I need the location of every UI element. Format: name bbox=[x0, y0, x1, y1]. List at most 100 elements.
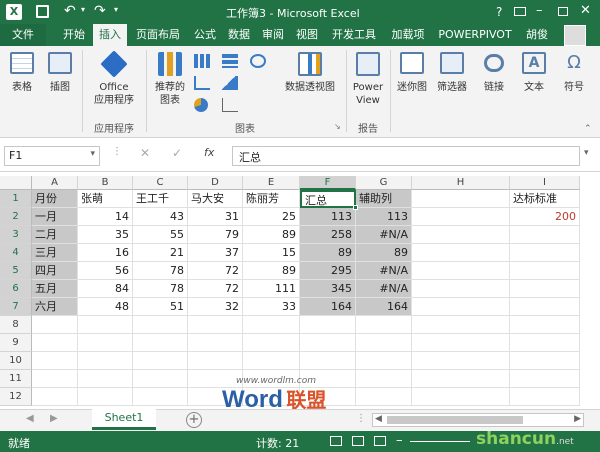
other-charts-icon[interactable] bbox=[250, 54, 266, 68]
cell-g3[interactable]: #N/A bbox=[356, 226, 412, 244]
cell-g12[interactable] bbox=[356, 388, 412, 406]
cell-f5[interactable]: 295 bbox=[300, 262, 356, 280]
cell-b9[interactable] bbox=[78, 334, 133, 352]
cell-e7[interactable]: 33 bbox=[243, 298, 300, 316]
recommended-charts-button[interactable]: 推荐的 图表 bbox=[150, 52, 190, 114]
cell-e6[interactable]: 111 bbox=[243, 280, 300, 298]
cell-i8[interactable] bbox=[510, 316, 580, 334]
cell-a7[interactable]: 六月 bbox=[32, 298, 78, 316]
cell-b1[interactable]: 张萌 bbox=[78, 190, 133, 208]
expand-formula-bar-icon[interactable]: ▾ bbox=[584, 148, 589, 158]
cell-g9[interactable] bbox=[356, 334, 412, 352]
cell-d4[interactable]: 37 bbox=[188, 244, 243, 262]
column-header-h[interactable]: H bbox=[412, 176, 510, 190]
cell-h7[interactable] bbox=[412, 298, 510, 316]
sheet-tab-sheet1[interactable]: Sheet1 bbox=[92, 409, 156, 430]
cell-e9[interactable] bbox=[243, 334, 300, 352]
excel-logo-icon[interactable]: X bbox=[6, 4, 22, 20]
page-break-view-icon[interactable] bbox=[374, 436, 386, 446]
cell-e5[interactable]: 89 bbox=[243, 262, 300, 280]
row-header-6[interactable]: 6 bbox=[0, 280, 32, 298]
cell-b8[interactable] bbox=[78, 316, 133, 334]
cell-f4[interactable]: 89 bbox=[300, 244, 356, 262]
sheet-options-icon[interactable]: ⋮ bbox=[356, 413, 366, 424]
cell-h5[interactable] bbox=[412, 262, 510, 280]
cell-b10[interactable] bbox=[78, 352, 133, 370]
column-header-a[interactable]: A bbox=[32, 176, 78, 190]
cell-g2[interactable]: 113 bbox=[356, 208, 412, 226]
cell-h10[interactable] bbox=[412, 352, 510, 370]
tab-file[interactable]: 文件 bbox=[0, 24, 46, 46]
cell-d7[interactable]: 32 bbox=[188, 298, 243, 316]
cell-f7[interactable]: 164 bbox=[300, 298, 356, 316]
cell-a5[interactable]: 四月 bbox=[32, 262, 78, 280]
cell-i9[interactable] bbox=[510, 334, 580, 352]
column-header-c[interactable]: C bbox=[133, 176, 188, 190]
cell-a12[interactable] bbox=[32, 388, 78, 406]
cell-b12[interactable] bbox=[78, 388, 133, 406]
cell-i4[interactable] bbox=[510, 244, 580, 262]
text-button[interactable]: A 文本 bbox=[516, 52, 552, 102]
cell-c10[interactable] bbox=[133, 352, 188, 370]
zoom-out-button[interactable]: – bbox=[396, 433, 403, 448]
cell-b3[interactable]: 35 bbox=[78, 226, 133, 244]
row-header-4[interactable]: 4 bbox=[0, 244, 32, 262]
cell-c3[interactable]: 55 bbox=[133, 226, 188, 244]
row-header-12[interactable]: 12 bbox=[0, 388, 32, 406]
illustrations-button[interactable]: 插图 bbox=[42, 52, 78, 102]
tab-add-ins[interactable]: 加载项 bbox=[386, 24, 430, 46]
column-chart-icon[interactable] bbox=[194, 54, 210, 68]
cell-c6[interactable]: 78 bbox=[133, 280, 188, 298]
symbols-button[interactable]: Ω 符号 bbox=[556, 52, 592, 102]
cell-f8[interactable] bbox=[300, 316, 356, 334]
insert-function-button[interactable]: fx bbox=[204, 146, 214, 159]
filter-button[interactable]: 筛选器 bbox=[432, 52, 472, 102]
cell-g8[interactable] bbox=[356, 316, 412, 334]
help-button[interactable]: ? bbox=[496, 5, 502, 19]
row-header-11[interactable]: 11 bbox=[0, 370, 32, 388]
cell-e8[interactable] bbox=[243, 316, 300, 334]
column-header-g[interactable]: G bbox=[356, 176, 412, 190]
more-options-icon[interactable]: ⋮ bbox=[112, 146, 122, 157]
select-all-button[interactable] bbox=[0, 176, 32, 190]
cell-c1[interactable]: 王工千 bbox=[133, 190, 188, 208]
cell-c7[interactable]: 51 bbox=[133, 298, 188, 316]
cell-i11[interactable] bbox=[510, 370, 580, 388]
charts-dialog-launcher-icon[interactable]: ↘ bbox=[334, 122, 341, 131]
pie-chart-icon[interactable] bbox=[194, 98, 208, 112]
cell-i6[interactable] bbox=[510, 280, 580, 298]
scroll-left-sheet-icon[interactable]: ◀ bbox=[26, 413, 34, 424]
line-chart-icon[interactable] bbox=[194, 76, 210, 90]
cell-d3[interactable]: 79 bbox=[188, 226, 243, 244]
cell-e10[interactable] bbox=[243, 352, 300, 370]
cell-c11[interactable] bbox=[133, 370, 188, 388]
row-header-5[interactable]: 5 bbox=[0, 262, 32, 280]
account-name[interactable]: 胡俊 bbox=[520, 24, 554, 46]
tab-powerpivot[interactable]: POWERPIVOT bbox=[432, 24, 518, 46]
cell-g11[interactable] bbox=[356, 370, 412, 388]
cell-h2[interactable] bbox=[412, 208, 510, 226]
fill-handle[interactable] bbox=[353, 205, 358, 210]
scroll-right-arrow-icon[interactable]: ▶ bbox=[574, 414, 581, 424]
cell-f2[interactable]: 113 bbox=[300, 208, 356, 226]
table-button[interactable]: 表格 bbox=[6, 52, 38, 102]
cell-d6[interactable]: 72 bbox=[188, 280, 243, 298]
cell-d2[interactable]: 31 bbox=[188, 208, 243, 226]
cell-c5[interactable]: 78 bbox=[133, 262, 188, 280]
row-header-9[interactable]: 9 bbox=[0, 334, 32, 352]
cell-i10[interactable] bbox=[510, 352, 580, 370]
cell-a2[interactable]: 一月 bbox=[32, 208, 78, 226]
cell-g10[interactable] bbox=[356, 352, 412, 370]
cell-g7[interactable]: 164 bbox=[356, 298, 412, 316]
bar-chart-icon[interactable] bbox=[222, 54, 238, 68]
tab-insert[interactable]: 插入 bbox=[93, 24, 127, 46]
cell-a10[interactable] bbox=[32, 352, 78, 370]
cell-f9[interactable] bbox=[300, 334, 356, 352]
cell-h1[interactable] bbox=[412, 190, 510, 208]
sparklines-button[interactable]: 迷你图 bbox=[394, 52, 430, 102]
cell-i7[interactable] bbox=[510, 298, 580, 316]
save-icon[interactable] bbox=[36, 5, 49, 18]
scatter-chart-icon[interactable] bbox=[222, 98, 238, 112]
column-header-e[interactable]: E bbox=[243, 176, 300, 190]
cell-h9[interactable] bbox=[412, 334, 510, 352]
